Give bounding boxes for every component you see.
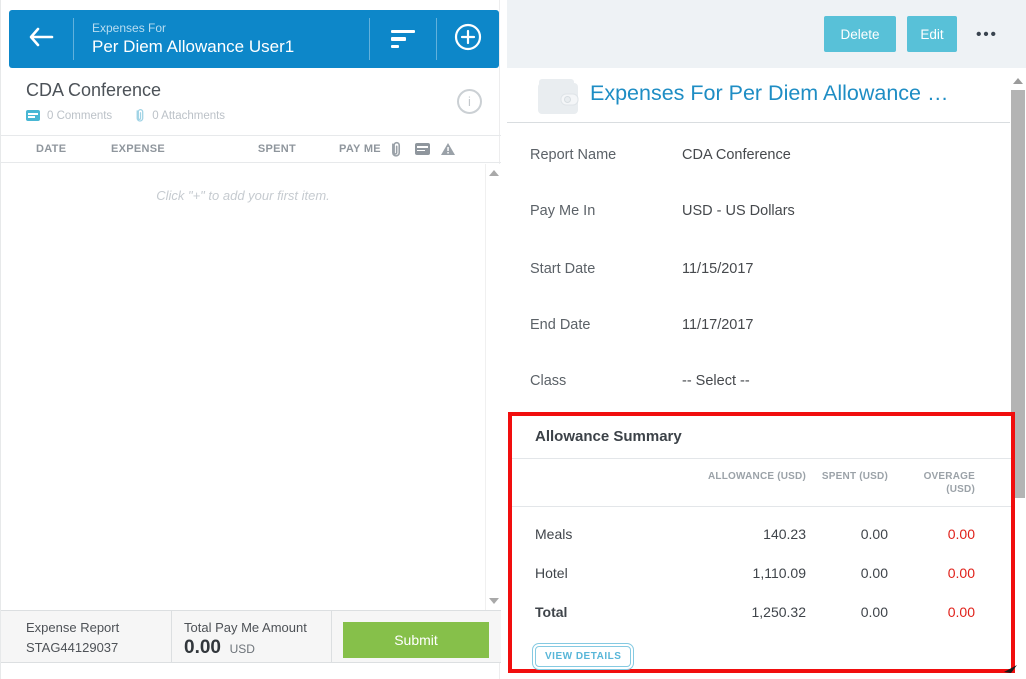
mouse-cursor (1003, 659, 1019, 679)
back-button[interactable] (9, 10, 73, 68)
field-start-date: Start Date 11/15/2017 (507, 261, 987, 283)
allowance-row-meals: Meals 140.23 0.00 0.00 (512, 526, 1011, 546)
expense-table-header: DATE EXPENSE SPENT PAY ME (1, 135, 501, 163)
field-value: 11/17/2017 (682, 317, 754, 333)
allowance-summary-title: Allowance Summary (535, 428, 682, 445)
detail-title-row: Expenses For Per Diem Allowance … (507, 68, 1010, 123)
expense-app-window: Expenses For Per Diem Allowance User1 CD… (0, 0, 1026, 679)
detail-toolbar: Delete Edit ••• (507, 0, 1026, 68)
back-arrow-icon (28, 26, 55, 53)
detail-title: Expenses For Per Diem Allowance … (590, 81, 948, 106)
expense-list-panel: Expenses For Per Diem Allowance User1 CD… (0, 0, 500, 679)
report-info-button[interactable]: i (457, 89, 482, 114)
empty-list-message: Click "+" to add your first item. (1, 188, 485, 203)
row-label: Hotel (535, 565, 568, 581)
paperclip-icon (134, 108, 145, 123)
plus-circle-icon (454, 23, 482, 56)
allowance-row-total: Total 1,250.32 0.00 0.00 (512, 604, 1011, 624)
allowance-summary-section: Allowance Summary ALLOWANCE (USD) SPENT … (508, 412, 1015, 673)
field-report-name: Report Name CDA Conference (507, 147, 987, 169)
header-title-block: Expenses For Per Diem Allowance User1 (74, 10, 369, 68)
column-spent-usd: SPENT (USD) (808, 470, 888, 483)
allowance-value: 1,110.09 (696, 565, 806, 581)
total-pay-me-label: Total Pay Me Amount (184, 618, 307, 638)
field-label: Start Date (530, 261, 595, 277)
field-label: Pay Me In (530, 203, 595, 219)
left-panel-footer: Expense Report STAG44129037 Total Pay Me… (1, 610, 501, 663)
scroll-up-icon[interactable] (489, 170, 499, 176)
field-value: 11/15/2017 (682, 261, 754, 277)
field-label: End Date (530, 317, 590, 333)
column-expense: EXPENSE (111, 143, 165, 155)
more-actions-button[interactable]: ••• (965, 16, 1009, 52)
allowance-row-hotel: Hotel 1,110.09 0.00 0.00 (512, 565, 1011, 585)
detail-content: Expenses For Per Diem Allowance … Report… (507, 68, 1026, 679)
attachments-count[interactable]: 0 Attachments (152, 110, 225, 122)
divider (512, 506, 1011, 507)
overage-value: 0.00 (895, 565, 975, 581)
warning-column-icon (440, 142, 456, 156)
view-details-button[interactable]: VIEW DETAILS (535, 646, 631, 667)
overage-value: 0.00 (895, 526, 975, 542)
row-label: Total (535, 604, 567, 620)
footer-divider (171, 611, 172, 662)
column-overage-usd: OVERAGE (USD) (895, 470, 975, 496)
submit-button[interactable]: Submit (343, 622, 489, 658)
expense-report-id: STAG44129037 (26, 638, 119, 658)
left-scrollbar[interactable] (485, 164, 501, 610)
attachment-column-icon (389, 141, 402, 158)
field-label: Class (530, 373, 566, 389)
left-panel-header: Expenses For Per Diem Allowance User1 (9, 10, 499, 68)
scroll-down-icon[interactable] (489, 598, 499, 604)
comments-count[interactable]: 0 Comments (47, 110, 112, 122)
total-pay-me-cell: Total Pay Me Amount 0.00 USD (184, 618, 307, 659)
expense-report-label: Expense Report (26, 618, 119, 638)
report-meta-row: 0 Comments 0 Attachments (26, 108, 225, 123)
field-value: USD - US Dollars (682, 203, 795, 219)
expense-list-area: Click "+" to add your first item. (1, 164, 501, 610)
field-end-date: End Date 11/17/2017 (507, 317, 987, 339)
edit-button[interactable]: Edit (907, 16, 957, 52)
header-title: Per Diem Allowance User1 (92, 36, 369, 57)
sort-icon (391, 30, 415, 48)
field-label: Report Name (530, 147, 616, 163)
expense-report-cell: Expense Report STAG44129037 (26, 618, 119, 658)
delete-button[interactable]: Delete (824, 16, 896, 52)
sort-button[interactable] (370, 10, 436, 68)
field-class: Class -- Select -- (507, 373, 987, 395)
overage-value: 0.00 (895, 604, 975, 620)
add-expense-button[interactable] (437, 10, 499, 68)
footer-divider (331, 611, 332, 662)
column-allowance-usd: ALLOWANCE (USD) (696, 470, 806, 483)
total-amount: 0.00 (184, 637, 221, 658)
allowance-value: 1,250.32 (696, 604, 806, 620)
wallet-icon (536, 76, 580, 121)
scroll-up-icon[interactable] (1013, 78, 1023, 84)
total-currency: USD (230, 642, 255, 656)
info-icon: i (468, 94, 471, 109)
row-label: Meals (535, 526, 572, 542)
spent-value: 0.00 (808, 565, 888, 581)
allowance-value: 140.23 (696, 526, 806, 542)
column-payme: PAY ME (339, 143, 381, 155)
report-name-heading: CDA Conference (26, 80, 161, 101)
field-value: -- Select -- (682, 373, 750, 389)
column-date: DATE (36, 143, 66, 155)
report-detail-panel: Delete Edit ••• Expenses For Per Diem Al… (507, 0, 1026, 679)
column-spent: SPENT (231, 143, 296, 155)
spent-value: 0.00 (808, 604, 888, 620)
header-subtitle: Expenses For (92, 21, 369, 36)
divider (512, 458, 1011, 459)
comment-icon (26, 110, 40, 121)
comment-column-icon (415, 143, 430, 155)
field-value: CDA Conference (682, 147, 791, 163)
field-pay-me-in: Pay Me In USD - US Dollars (507, 203, 987, 225)
spent-value: 0.00 (808, 526, 888, 542)
